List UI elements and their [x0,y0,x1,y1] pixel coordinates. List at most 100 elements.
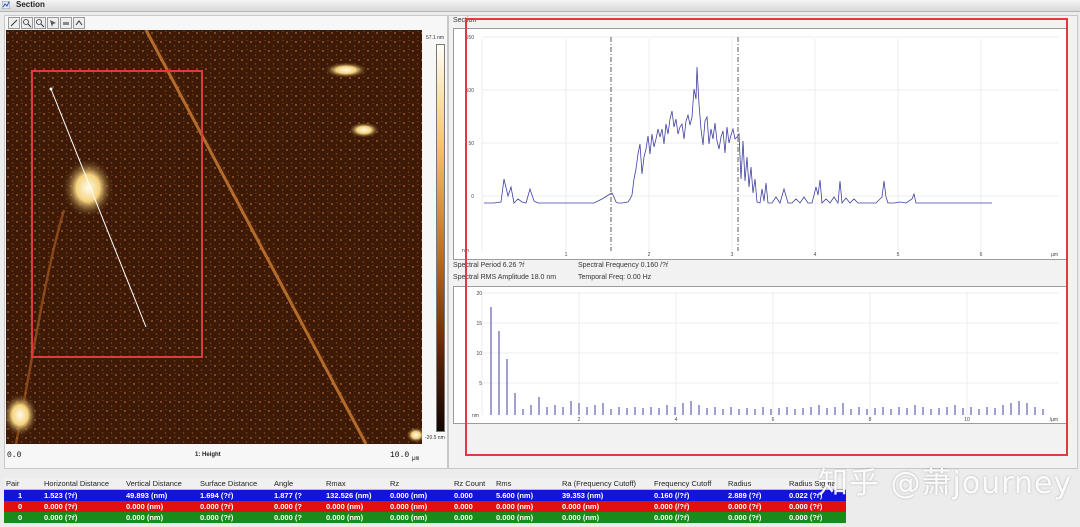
spectrum-y-tick: 5 [479,381,482,387]
profile-x-tick: 5 [897,252,900,258]
image-x-unit: µm [412,455,420,462]
table-cell: 1.877 (? [272,489,324,501]
spectrum-x-tick: 4 [675,417,678,423]
section-label: Section [453,17,477,24]
window-title: Section [16,0,45,9]
spectrum-plot[interactable]: 20 15 10 5 nm 2 4 6 8 10 /µm [453,286,1067,424]
profile-y-tick: 50 [468,141,474,147]
spectral-period: Spectral Period 6.26 ?ŕ [453,262,525,269]
col-header: Rmax [324,478,388,490]
profile-x-tick: 4 [814,252,817,258]
profile-x-tick: 2 [648,252,651,258]
spectral-frequency: Spectral Frequency 0.160 /?ŕ [578,262,669,269]
spectrum-y-tick: 15 [476,321,482,327]
col-header: Rz Count [452,478,494,490]
table-cell: 5.600 (nm) [494,489,560,501]
image-x-start: 0.0 [7,451,22,460]
table-cell: 1.523 (?ŕ) [42,489,124,501]
spectrum-x-unit: /µm [1050,417,1058,423]
table-cell: 0.000 (nm) [388,501,452,512]
spectrum-y-unit: nm [472,413,479,419]
spectral-rms: Spectral RMS Amplitude 18.0 nm [453,274,557,281]
table-cell: 0.000 (nm) [124,501,198,512]
col-header: Surface Distance [198,478,272,490]
col-header: Pair [4,478,42,490]
table-cell: 2.889 (?ŕ) [726,489,787,501]
profile-x-tick: 3 [731,252,734,258]
table-cell: 0.000 (?ŕ) [198,512,272,523]
table-cell: 0.160 (/?ŕ) [652,489,726,501]
spectrum-x-tick: 2 [578,417,581,423]
col-header: Ra (Frequency Cutoff) [560,478,652,490]
section-icon [2,1,10,9]
col-header: Rz [388,478,452,490]
table-row[interactable]: 0 0.000 (?ŕ) 0.000 (nm) 0.000 (?ŕ) 0.000… [4,512,846,523]
table-cell: 0.000 [452,512,494,523]
table-cell: 0 [4,501,42,512]
table-cell: 1.694 (?ŕ) [198,489,272,501]
export-button[interactable] [73,17,85,29]
cursor-tool-button[interactable] [47,17,59,29]
spectrum-y-tick: 10 [476,351,482,357]
table-row[interactable]: 0 0.000 (?ŕ) 0.000 (nm) 0.000 (?ŕ) 0.000… [4,501,846,512]
table-cell: 0.000 (nm) [124,512,198,523]
image-x-end: 10.0 [390,451,410,460]
table-cell: 0.000 (?ŕ) [787,512,846,523]
table-cell: 0.000 (/?ŕ) [652,501,726,512]
table-cell: 0.000 (?ŕ) [726,501,787,512]
profile-y-tick: 150 [466,35,475,41]
color-scale-bar [436,44,445,432]
table-cell: 0.000 (nm) [560,501,652,512]
clear-button[interactable] [60,17,72,29]
channel-label: 1: Height [195,452,221,458]
profile-x-tick: 1 [565,252,568,258]
spectrum-x-tick: 10 [964,417,970,423]
profile-y-tick: 0 [471,194,474,200]
table-cell: 132.526 (nm) [324,489,388,501]
profile-y-unit: nm [462,248,469,254]
afm-height-image[interactable] [6,30,422,444]
spectrum-y-tick: 20 [476,291,482,297]
table-cell: 0.000 (?ŕ) [787,501,846,512]
col-header: Radius [726,478,787,490]
table-cell: 0.000 (nm) [494,512,560,523]
table-cell: 1 [4,489,42,501]
results-table: Pair Horizontal Distance Vertical Distan… [4,478,846,523]
col-header: Horizontal Distance [42,478,124,490]
table-cell: 49.893 (nm) [124,489,198,501]
table-cell: 0.000 [452,501,494,512]
table-cell: 0.000 (/?ŕ) [652,512,726,523]
table-cell: 0.000 (?ŕ) [42,501,124,512]
table-cell: 0.000 (? [272,501,324,512]
col-header: Frequency Cutoff [652,478,726,490]
zoom-in-button[interactable] [21,17,33,29]
table-cell: 0.000 (?ŕ) [42,512,124,523]
table-cell: 0 [4,512,42,523]
table-header-row: Pair Horizontal Distance Vertical Distan… [4,478,846,490]
table-cell: 0.000 (nm) [560,512,652,523]
table-cell: 0.000 (nm) [388,512,452,523]
col-header: Rms [494,478,560,490]
table-cell: 0.000 (nm) [324,501,388,512]
color-scale-min: -20.5 nm [425,435,445,441]
col-header: Vertical Distance [124,478,198,490]
table-cell: 0.000 (?ŕ) [198,501,272,512]
table-cell: 0.000 (nm) [324,512,388,523]
spectrum-x-tick: 6 [772,417,775,423]
table-row[interactable]: 1 1.523 (?ŕ) 49.893 (nm) 1.694 (?ŕ) 1.87… [4,489,846,501]
table-cell: 39.353 (nm) [560,489,652,501]
col-header: Angle [272,478,324,490]
table-cell: 0.000 (? [272,512,324,523]
table-cell: 0.000 (nm) [494,501,560,512]
spectrum-x-tick: 8 [869,417,872,423]
profile-y-tick: 100 [466,88,475,94]
profile-plot[interactable]: 150 100 50 0 nm 1 2 3 4 5 6 µm [453,28,1067,260]
watermark-text: 知乎 @萧journey [818,466,1073,501]
color-scale-max: 57.1 nm [426,35,445,41]
line-tool-button[interactable] [8,17,20,29]
window-titlebar: Section [0,0,1080,12]
zoom-out-button[interactable] [34,17,46,29]
table-cell: 0.000 (?ŕ) [726,512,787,523]
table-cell: 0.000 (nm) [388,489,452,501]
profile-x-tick: 6 [980,252,983,258]
